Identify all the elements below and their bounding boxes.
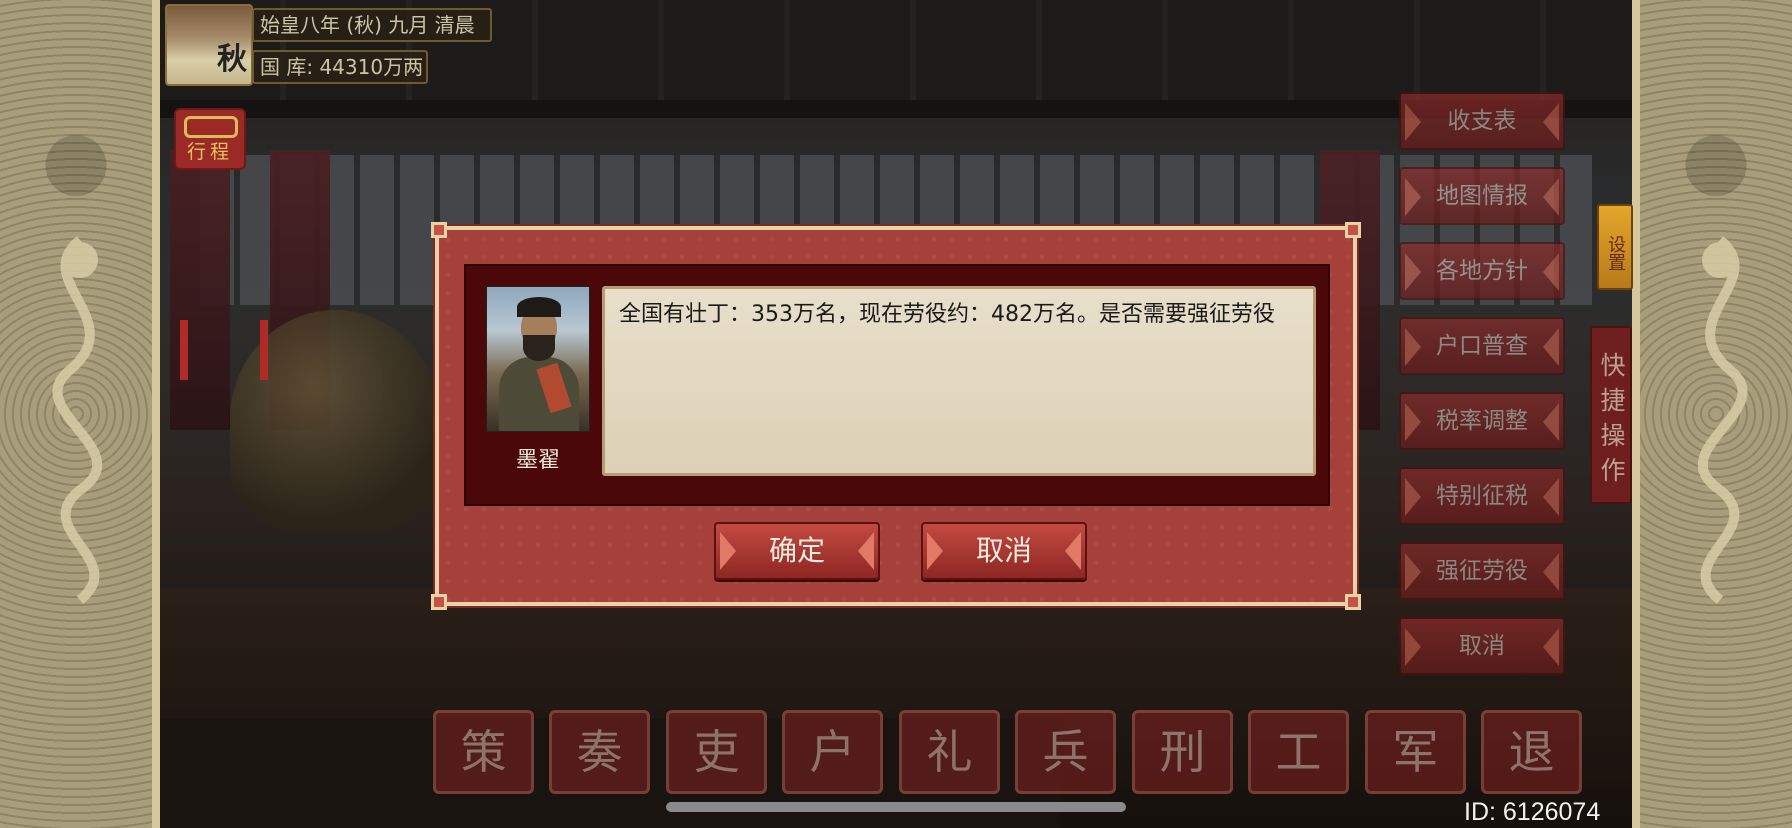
treasury-display: 国 库: 44310万两 <box>252 50 428 84</box>
dialog-corner <box>431 222 447 238</box>
season-label: 秋 <box>217 42 247 77</box>
date-display: 始皇八年 (秋) 九月 清晨 <box>252 8 492 42</box>
advisor-portrait <box>486 286 590 432</box>
menu-regional-policy-button[interactable]: 各地方针 <box>1399 242 1565 300</box>
dialog-message: 全国有壮丁：353万名，现在劳役约：482万名。是否需要强征劳役 <box>602 286 1316 476</box>
menu-census-button[interactable]: 户口普查 <box>1399 317 1565 375</box>
right-dragon-panel <box>1632 0 1792 828</box>
candle <box>260 320 268 380</box>
advisor-name: 墨翟 <box>515 448 560 473</box>
ministry-button[interactable]: 退 <box>1481 710 1582 794</box>
menu-tax-rate-button[interactable]: 税率调整 <box>1399 392 1565 450</box>
itinerary-label: 行程 <box>186 141 233 163</box>
menu-income-expense-button[interactable]: 收支表 <box>1399 92 1565 150</box>
dragon-emblem-icon <box>52 236 103 604</box>
ministry-button[interactable]: 刑 <box>1132 710 1233 794</box>
dialog-corner <box>431 594 447 610</box>
ministry-button[interactable]: 吏 <box>666 710 767 794</box>
player-id-label: ID: 6126074 <box>1464 798 1601 826</box>
ministry-button[interactable]: 礼 <box>899 710 1000 794</box>
confirm-dialog: 墨翟 全国有壮丁：353万名，现在劳役约：482万名。是否需要强征劳役 确定 取… <box>431 222 1361 610</box>
cancel-button[interactable]: 取消 <box>921 522 1087 580</box>
ministry-button[interactable]: 兵 <box>1015 710 1116 794</box>
curtain <box>170 150 230 430</box>
ministry-button[interactable]: 奏 <box>549 710 650 794</box>
dialog-corner <box>1345 222 1361 238</box>
ministry-button[interactable]: 军 <box>1365 710 1466 794</box>
home-indicator[interactable] <box>666 802 1126 812</box>
settings-tab[interactable]: 设置 <box>1597 204 1633 290</box>
dialog-corner <box>1345 594 1361 610</box>
left-dragon-panel <box>0 0 160 828</box>
candle <box>180 320 188 380</box>
ministry-button[interactable]: 户 <box>782 710 883 794</box>
scroll-icon <box>184 116 238 138</box>
itinerary-button[interactable]: 行程 <box>174 108 246 170</box>
ministry-button[interactable]: 策 <box>433 710 534 794</box>
dialog-content-panel: 墨翟 全国有壮丁：353万名，现在劳役约：482万名。是否需要强征劳役 <box>464 264 1330 506</box>
ministry-button[interactable]: 工 <box>1248 710 1349 794</box>
season-indicator: 秋 <box>165 4 253 86</box>
menu-map-intel-button[interactable]: 地图情报 <box>1399 167 1565 225</box>
confirm-button[interactable]: 确定 <box>714 522 880 580</box>
menu-cancel-button[interactable]: 取消 <box>1399 617 1565 675</box>
menu-special-tax-button[interactable]: 特别征税 <box>1399 467 1565 525</box>
dragon-emblem-icon <box>1697 236 1748 604</box>
menu-forced-labor-button[interactable]: 强征劳役 <box>1399 542 1565 600</box>
quick-ops-tab[interactable]: 快捷操作 <box>1590 326 1632 504</box>
